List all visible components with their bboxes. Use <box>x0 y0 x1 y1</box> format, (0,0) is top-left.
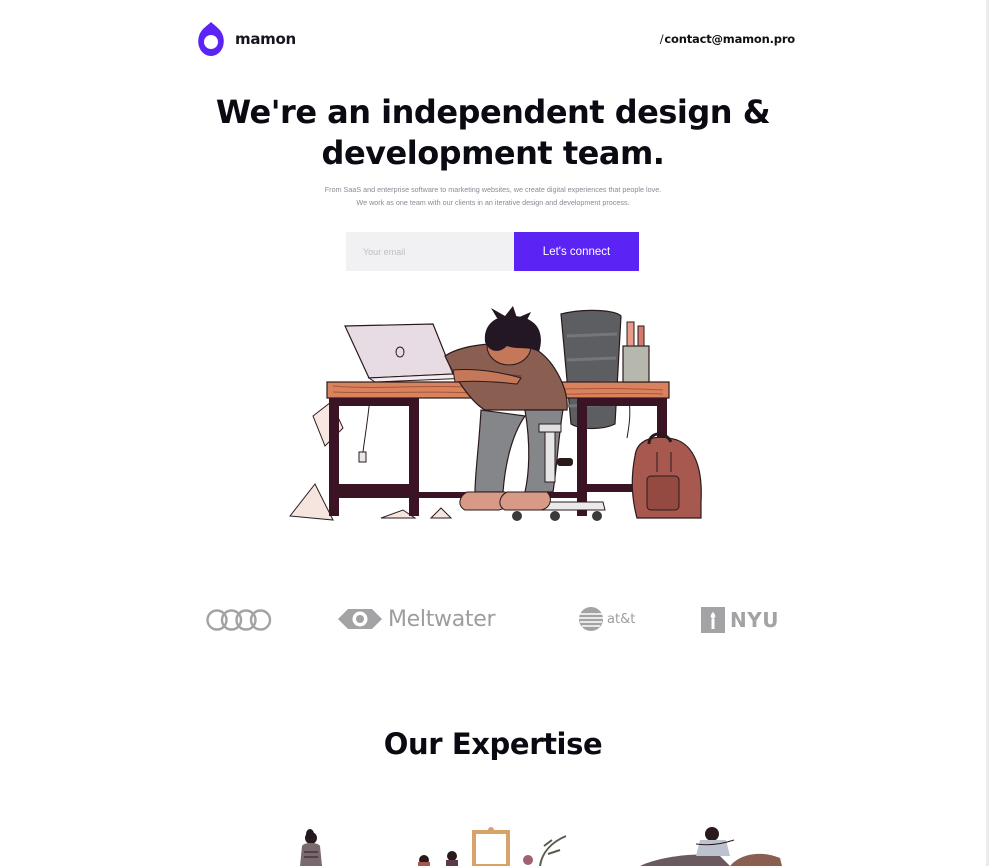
hero-title-line-1: We're an independent design & <box>215 93 771 131</box>
expertise-title: Our Expertise <box>383 727 603 761</box>
hero-subtitle-line-1: From SaaS and enterprise software to mar… <box>324 185 662 194</box>
lets-connect-button[interactable]: Let's connect <box>514 232 639 271</box>
contact-slash: / <box>659 32 664 46</box>
meltwater-logo: Meltwater <box>336 606 496 632</box>
signup-form: Let's connect <box>346 232 639 271</box>
att-globe-icon <box>579 607 603 631</box>
brand-logo-link[interactable]: mamon <box>193 20 296 58</box>
email-input[interactable] <box>346 232 514 271</box>
contact-email: contact@mamon.pro <box>664 32 795 46</box>
expertise-illustration-3 <box>640 827 782 866</box>
expertise-illustration-1 <box>300 829 322 866</box>
att-logo: at&t <box>578 606 635 632</box>
mamon-logo-icon <box>198 22 224 56</box>
hero-title: We're an independent design & developmen… <box>0 92 986 174</box>
nyu-torch-icon <box>701 607 725 633</box>
contact-email-link[interactable]: /contact@mamon.pro <box>660 32 795 46</box>
meltwater-wordmark: Meltwater <box>388 606 496 632</box>
client-logos: Meltwater at&t NYU <box>0 600 989 640</box>
nyu-wordmark: NYU <box>730 608 779 632</box>
expertise-illustrations <box>300 827 782 866</box>
meltwater-eye-icon <box>338 609 382 629</box>
hero-title-line-2: development team. <box>321 134 665 172</box>
audi-logo <box>206 608 272 632</box>
expertise-illustration-2 <box>418 827 567 866</box>
nyu-logo: NYU <box>701 607 779 633</box>
brand-name: mamon <box>235 30 296 48</box>
site-header: mamon /contact@mamon.pro <box>193 20 795 60</box>
audi-rings-icon <box>206 609 272 631</box>
att-wordmark: at&t <box>607 611 636 627</box>
sleeping-developer-illustration <box>289 306 702 521</box>
hero-subtitle: From SaaS and enterprise software to mar… <box>0 183 986 209</box>
hero-subtitle-line-2: We work as one team with our clients in … <box>356 198 630 207</box>
